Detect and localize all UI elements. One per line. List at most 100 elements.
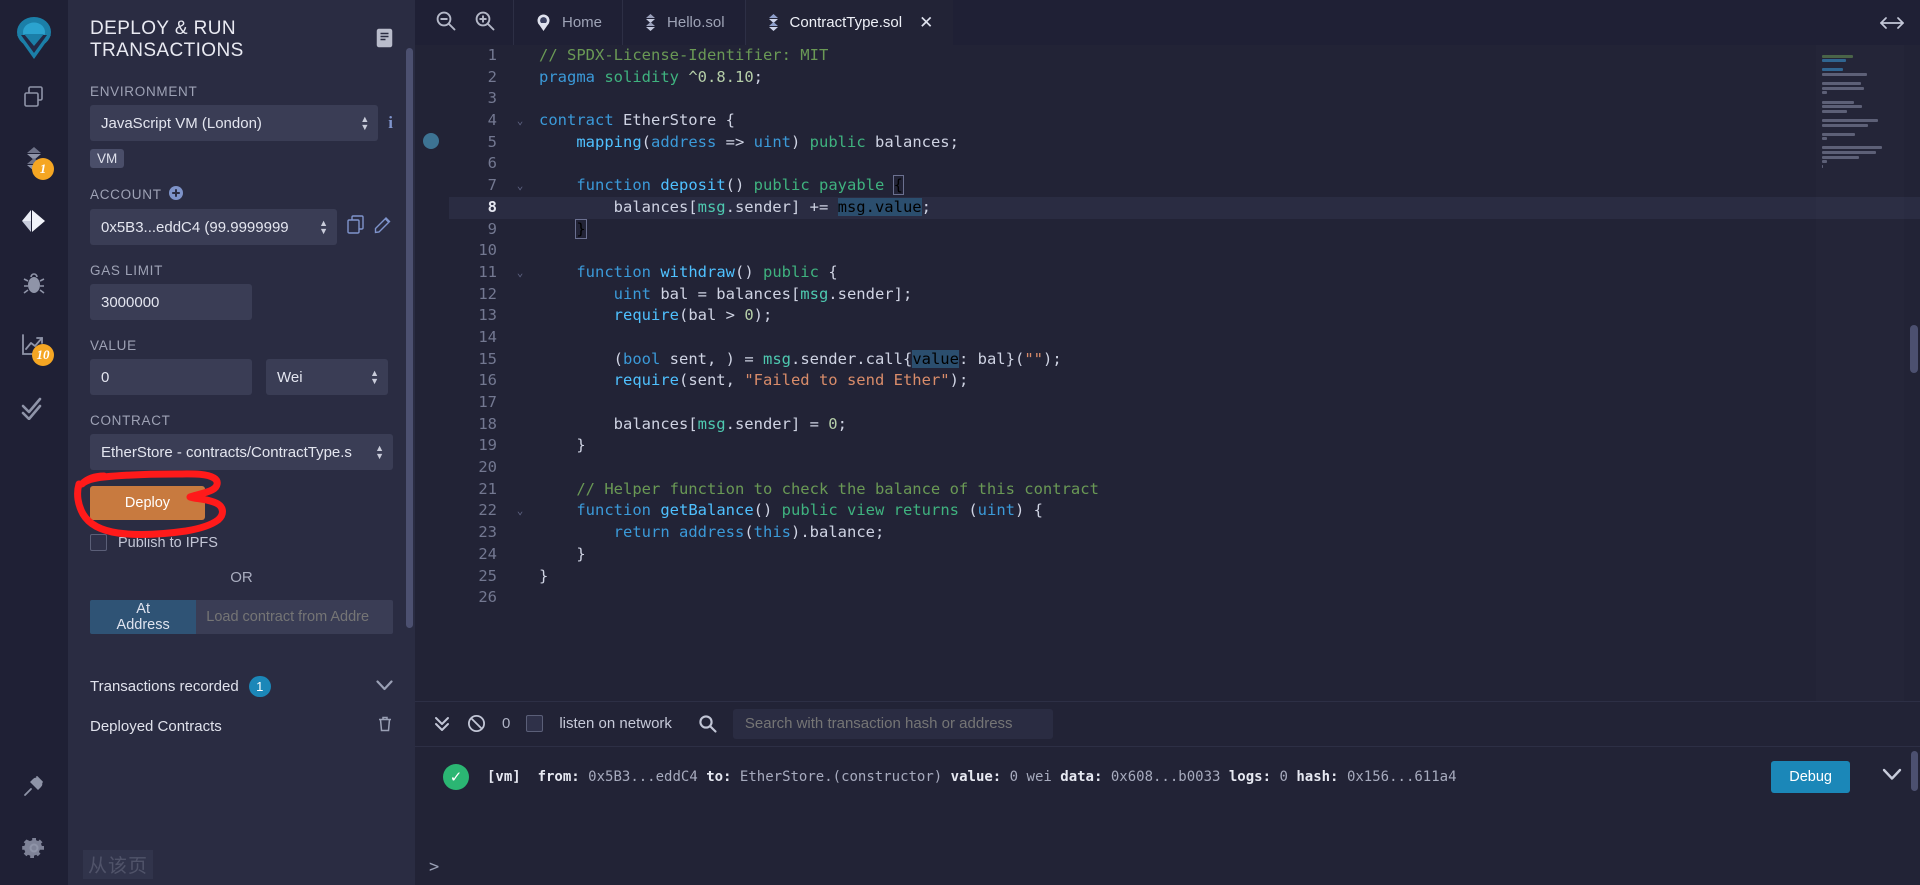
fold-chevron-icon[interactable]: ⌄: [511, 110, 529, 132]
code-line[interactable]: 11⌄ function withdraw() public {: [449, 262, 1920, 284]
code-line[interactable]: 14: [449, 327, 1920, 349]
deploy-button[interactable]: Deploy: [90, 486, 205, 520]
close-icon[interactable]: ✕: [919, 13, 933, 33]
left-panel-scrollbar[interactable]: [406, 48, 413, 628]
code-line[interactable]: 26: [449, 587, 1920, 609]
code-line[interactable]: 13 require(bal > 0);: [449, 305, 1920, 327]
code-line[interactable]: 6: [449, 153, 1920, 175]
sidebar-item-plugin-manager[interactable]: [0, 755, 68, 817]
environment-label: ENVIRONMENT: [90, 84, 393, 99]
fold-chevron-icon[interactable]: ⌄: [511, 500, 529, 522]
terminal-log-row[interactable]: ✓ [vm] from: 0x5B3...eddC4 to: EtherStor…: [415, 747, 1920, 793]
minimap-line: [1822, 119, 1878, 122]
terminal-output[interactable]: ✓ [vm] from: 0x5B3...eddC4 to: EtherStor…: [415, 747, 1920, 885]
remix-logo[interactable]: [7, 12, 61, 66]
code-line[interactable]: 3: [449, 88, 1920, 110]
gas-limit-input[interactable]: 3000000: [90, 284, 252, 320]
listen-on-network-checkbox[interactable]: [526, 715, 543, 732]
no-entry-icon[interactable]: [467, 714, 486, 733]
code-line[interactable]: 24 }: [449, 544, 1920, 566]
code-line[interactable]: 2pragma solidity ^0.8.10;: [449, 67, 1920, 89]
code-line[interactable]: 18 balances[msg.sender] = 0;: [449, 414, 1920, 436]
transactions-recorded-count: 1: [249, 676, 271, 697]
at-address-button[interactable]: At Address: [90, 600, 196, 634]
editor-glyph-margin[interactable]: [415, 45, 449, 701]
toggle-panel-icon[interactable]: [1864, 0, 1920, 45]
sidebar-item-solidity-compiler[interactable]: 1: [0, 128, 68, 190]
trash-icon[interactable]: [377, 715, 393, 737]
sign-message-icon[interactable]: [374, 215, 393, 239]
code-line[interactable]: 16 require(sent, "Failed to send Ether")…: [449, 370, 1920, 392]
tab-home[interactable]: Home: [513, 0, 622, 45]
add-account-icon[interactable]: [169, 186, 183, 203]
contract-select[interactable]: EtherStore - contracts/ContractType.s: [90, 434, 393, 470]
copy-account-icon[interactable]: [347, 215, 364, 239]
minimap-line: [1822, 68, 1843, 71]
environment-select[interactable]: JavaScript VM (London): [90, 105, 378, 141]
tab-contracttype-sol[interactable]: ContractType.sol ✕: [745, 0, 954, 45]
files-icon: [21, 84, 47, 110]
code-line[interactable]: 19 }: [449, 435, 1920, 457]
value-input[interactable]: 0: [90, 359, 252, 395]
code-line[interactable]: 1// SPDX-License-Identifier: MIT: [449, 45, 1920, 67]
code-line[interactable]: 4⌄contract EtherStore {: [449, 110, 1920, 132]
environment-info-icon[interactable]: i: [388, 113, 393, 133]
zoom-out-icon[interactable]: [435, 10, 456, 36]
code-text: }: [529, 219, 586, 241]
code-line[interactable]: 5 mapping(address => uint) public balanc…: [449, 132, 1920, 154]
fold-chevron-icon[interactable]: ⌄: [511, 175, 529, 197]
sidebar-item-analysis[interactable]: 10: [0, 314, 68, 376]
bug-icon: [22, 270, 46, 296]
debug-button[interactable]: Debug: [1771, 761, 1850, 793]
code-line[interactable]: 9 }: [449, 219, 1920, 241]
code-line[interactable]: 7⌄ function deposit() public payable {: [449, 175, 1920, 197]
code-line[interactable]: 8 balances[msg.sender] += msg.value;: [449, 197, 1920, 219]
minimap-line: [1822, 59, 1846, 62]
account-select[interactable]: 0x5B3...eddC4 (99.9999999: [90, 209, 337, 245]
minimap-line: [1822, 156, 1859, 159]
minimap-line: [1822, 146, 1882, 149]
code-line[interactable]: 12 uint bal = balances[msg.sender];: [449, 284, 1920, 306]
line-number: 6: [449, 153, 511, 175]
code-line[interactable]: 25}: [449, 566, 1920, 588]
sidebar-item-settings[interactable]: [0, 817, 68, 879]
code-editor[interactable]: 1// SPDX-License-Identifier: MIT2pragma …: [415, 45, 1920, 702]
double-chevron-down-icon[interactable]: [433, 714, 451, 734]
tab-hello-sol[interactable]: Hello.sol: [622, 0, 745, 45]
publish-ipfs-row[interactable]: Publish to IPFS: [90, 534, 393, 551]
documentation-icon[interactable]: [376, 28, 393, 53]
expand-log-chevron-icon[interactable]: [1868, 768, 1902, 786]
code-line[interactable]: 10: [449, 240, 1920, 262]
fold-chevron-icon[interactable]: ⌄: [511, 262, 529, 284]
terminal-search-input[interactable]: [733, 709, 1053, 739]
sidebar-item-debugger[interactable]: [0, 252, 68, 314]
log-data-value: 0x608...b0033: [1111, 769, 1221, 785]
code-line[interactable]: 17: [449, 392, 1920, 414]
line-number: 18: [449, 414, 511, 436]
code-line[interactable]: 20: [449, 457, 1920, 479]
code-line[interactable]: 15 (bool sent, ) = msg.sender.call{value…: [449, 349, 1920, 371]
chevron-down-icon[interactable]: [376, 678, 393, 695]
sidebar-item-deploy-run[interactable]: [0, 190, 68, 252]
fold-spacer: [511, 566, 529, 588]
breakpoint-icon[interactable]: [423, 133, 439, 149]
log-from-label: from:: [538, 769, 580, 785]
sidebar-item-file-explorer[interactable]: [0, 66, 68, 128]
code-text: function withdraw() public {: [529, 262, 838, 284]
transactions-recorded-row[interactable]: Transactions recorded 1: [90, 676, 393, 697]
editor-minimap[interactable]: [1816, 45, 1904, 701]
code-line[interactable]: 23 return address(this).balance;: [449, 522, 1920, 544]
code-line[interactable]: 21 // Helper function to check the balan…: [449, 479, 1920, 501]
search-icon[interactable]: [698, 714, 717, 733]
editor-code-area[interactable]: 1// SPDX-License-Identifier: MIT2pragma …: [449, 45, 1920, 701]
line-number: 12: [449, 284, 511, 306]
terminal-prompt[interactable]: >: [429, 857, 439, 877]
at-address-input[interactable]: [196, 600, 393, 634]
code-line[interactable]: 22⌄ function getBalance() public view re…: [449, 500, 1920, 522]
zoom-in-icon[interactable]: [474, 10, 495, 36]
terminal-scrollbar[interactable]: [1911, 751, 1918, 791]
sidebar-item-unit-testing[interactable]: [0, 376, 68, 438]
fold-spacer: [511, 392, 529, 414]
editor-scrollbar[interactable]: [1910, 325, 1918, 373]
publish-ipfs-checkbox[interactable]: [90, 534, 107, 551]
